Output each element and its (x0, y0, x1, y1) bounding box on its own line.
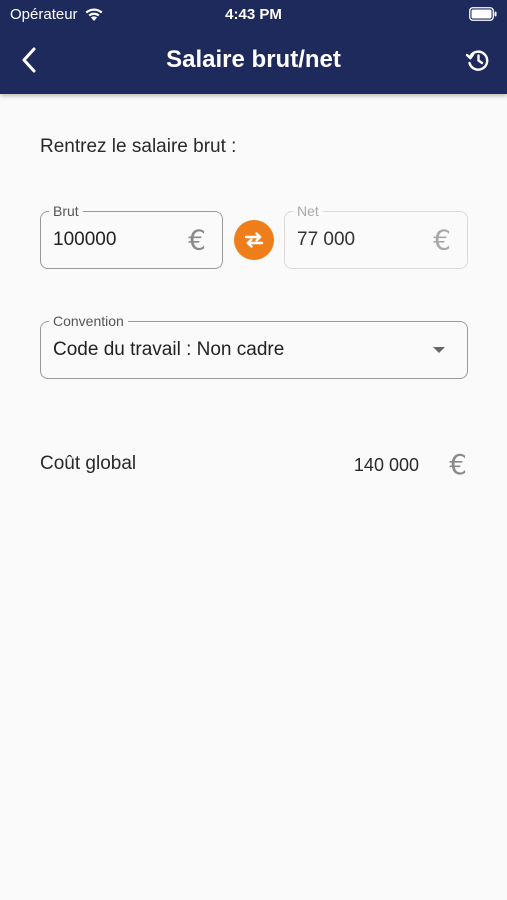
brut-field[interactable]: Brut 100000 € (40, 203, 223, 269)
euro-icon: € (433, 223, 451, 257)
swap-button[interactable] (234, 220, 274, 260)
cost-label: Coût global (40, 453, 137, 474)
net-value: 77 000 (297, 229, 356, 250)
history-icon (465, 50, 489, 71)
back-button[interactable] (14, 44, 44, 76)
convention-dropdown[interactable]: Convention Code du travail : Non cadre (40, 313, 468, 379)
chevron-left-icon (22, 47, 36, 73)
status-bar: Opérateur 4:43 PM (0, 0, 507, 30)
euro-icon: € (188, 223, 206, 257)
euro-icon: € (449, 448, 467, 481)
clock: 4:43 PM (225, 6, 282, 23)
history-button[interactable] (463, 44, 493, 76)
brut-input[interactable]: 100000 (53, 212, 116, 268)
page-title: Salaire brut/net (166, 46, 341, 73)
app-header: Opérateur 4:43 PM Salaire brut/net (0, 0, 507, 94)
dropdown-arrow-icon (433, 347, 445, 353)
instruction-text: Rentrez le salaire brut : (40, 136, 237, 157)
convention-value: Code du travail : Non cadre (53, 339, 285, 360)
cost-value: 140 000 (353, 455, 419, 475)
net-field: Net 77 000 € (284, 203, 468, 269)
swap-arrows-icon (244, 232, 264, 248)
battery-icon (469, 7, 497, 21)
